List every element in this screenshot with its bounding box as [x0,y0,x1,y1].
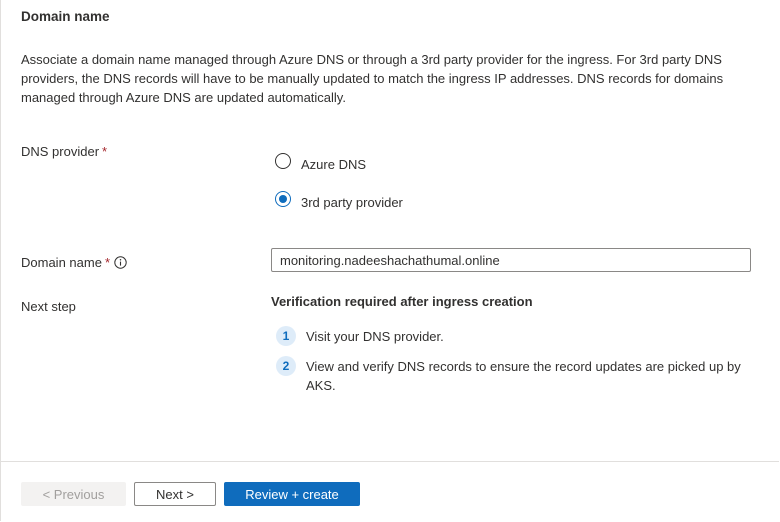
domain-name-label-text: Domain name [21,255,102,270]
section-description: Associate a domain name managed through … [21,52,724,105]
step-text: Visit your DNS provider. [306,329,444,344]
radio-3rd-party-provider-label: 3rd party provider [301,195,403,210]
step-number-badge: 2 [276,356,296,376]
required-asterisk: * [102,144,108,159]
domain-name-label: Domain name * [21,255,127,272]
next-button[interactable]: Next > [134,482,216,506]
dns-provider-label: DNS provider * [21,144,107,159]
radio-3rd-party-provider-circle[interactable] [275,191,291,207]
radio-azure-dns[interactable]: Azure DNS [275,150,366,172]
required-asterisk: * [104,255,110,270]
verification-title: Verification required after ingress crea… [271,294,533,309]
step-item: 2 View and verify DNS records to ensure … [276,356,751,395]
radio-azure-dns-circle[interactable] [275,153,291,169]
step-text: View and verify DNS records to ensure th… [306,359,741,393]
radio-azure-dns-label: Azure DNS [301,157,367,172]
previous-button[interactable]: < Previous [21,482,126,506]
review-create-button[interactable]: Review + create [224,482,360,506]
radio-3rd-party-provider[interactable]: 3rd party provider [275,188,403,210]
next-step-label: Next step [21,299,76,314]
footer-divider [1,461,779,462]
section-title: Domain name [21,9,110,24]
step-item: 1 Visit your DNS provider. [276,326,751,346]
domain-name-input[interactable] [271,248,751,272]
step-number-badge: 1 [276,326,296,346]
info-icon[interactable] [114,256,127,272]
dns-provider-label-text: DNS provider [21,144,100,159]
